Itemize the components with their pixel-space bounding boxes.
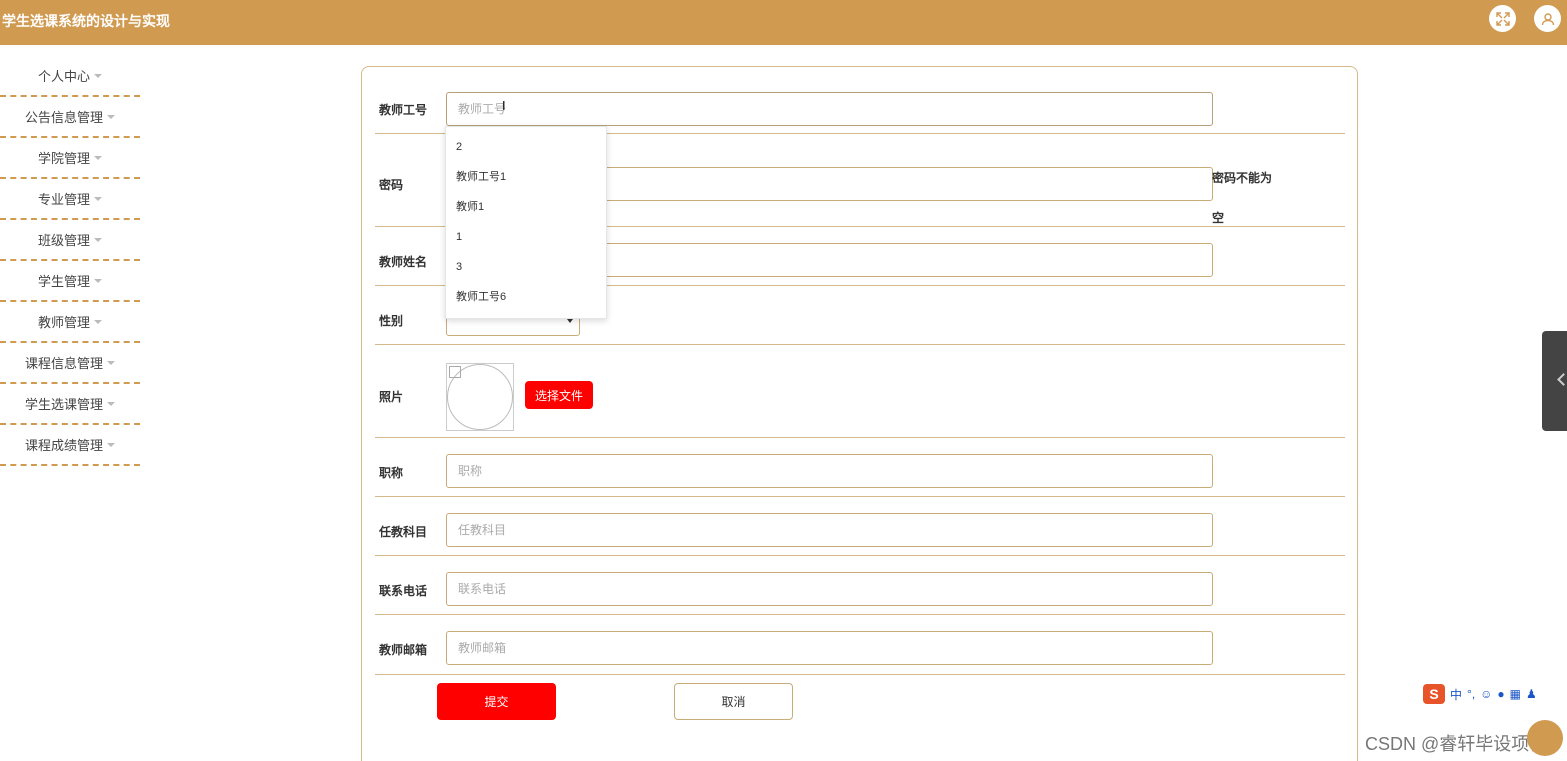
caret-down-icon <box>94 73 102 78</box>
sidebar-item-label: 学生选课管理 <box>24 397 103 412</box>
select-arrow-icon <box>567 319 573 323</box>
sidebar-item-students[interactable]: 学生管理 <box>0 261 140 302</box>
photo-preview <box>446 363 514 431</box>
sogou-logo-icon: S <box>1423 684 1445 704</box>
form-row-email: 教师邮箱 教师邮箱 <box>375 615 1345 675</box>
caret-down-icon <box>107 360 115 365</box>
sidebar-item-courses[interactable]: 课程信息管理 <box>0 343 140 384</box>
caret-down-icon <box>107 401 115 406</box>
teacher-name-label: 教师姓名 <box>379 255 428 269</box>
gender-label: 性别 <box>379 314 404 328</box>
form-row-photo: 照片 选择文件 <box>375 345 1345 438</box>
sidebar-item-personal-center[interactable]: 个人中心 <box>0 56 140 97</box>
email-input[interactable]: 教师邮箱 <box>446 631 1213 665</box>
side-collapse-tab[interactable] <box>1542 331 1567 431</box>
sidebar-item-label: 学院管理 <box>37 151 90 166</box>
floating-action-button[interactable] <box>1527 720 1563 756</box>
sidebar-item-grades[interactable]: 课程成绩管理 <box>0 425 140 466</box>
sidebar-item-label: 公告信息管理 <box>24 110 103 125</box>
caret-down-icon <box>107 442 115 447</box>
caret-down-icon <box>94 319 102 324</box>
ime-punctuation[interactable]: °, <box>1467 687 1475 701</box>
microphone-icon[interactable]: ● <box>1497 687 1504 701</box>
user-icon[interactable] <box>1534 5 1561 32</box>
password-label: 密码 <box>379 178 404 192</box>
form-row-phone: 联系电话 联系电话 <box>375 556 1345 615</box>
phone-label: 联系电话 <box>379 584 428 598</box>
broken-image-icon <box>449 366 461 378</box>
emoji-icon[interactable]: ☺ <box>1480 687 1492 701</box>
autocomplete-dropdown: 2 教师工号1 教师1 1 3 教师工号6 <box>445 126 607 319</box>
app-title: 学生选课系统的设计与实现 <box>2 13 170 29</box>
autocomplete-option[interactable]: 1 <box>446 222 606 252</box>
autocomplete-option[interactable]: 教师工号1 <box>446 162 606 192</box>
fullscreen-icon[interactable] <box>1489 5 1516 32</box>
autocomplete-option[interactable]: 教师1 <box>446 192 606 222</box>
sidebar-item-colleges[interactable]: 学院管理 <box>0 138 140 179</box>
sidebar-item-announcements[interactable]: 公告信息管理 <box>0 97 140 138</box>
form-row-subject: 任教科目 任教科目 <box>375 497 1345 556</box>
caret-down-icon <box>94 155 102 160</box>
sidebar-item-label: 教师管理 <box>37 315 90 330</box>
subject-label: 任教科目 <box>379 525 428 539</box>
caret-down-icon <box>107 114 115 119</box>
choose-file-button[interactable]: 选择文件 <box>525 381 593 409</box>
top-bar: 学生选课系统的设计与实现 <box>0 0 1567 45</box>
chevron-left-icon <box>1557 373 1567 386</box>
password-error-message: 密码不能为空 <box>1212 171 1273 225</box>
sidebar-item-label: 课程信息管理 <box>24 356 103 371</box>
sidebar-item-label: 个人中心 <box>37 69 90 84</box>
cancel-button[interactable]: 取消 <box>674 683 793 720</box>
title-label: 职称 <box>379 466 404 480</box>
form-row-title: 职称 职称 <box>375 438 1345 497</box>
sidebar-item-label: 学生管理 <box>37 274 90 289</box>
subject-input[interactable]: 任教科目 <box>446 513 1213 547</box>
sidebar-item-majors[interactable]: 专业管理 <box>0 179 140 220</box>
sidebar-item-course-selection[interactable]: 学生选课管理 <box>0 384 140 425</box>
text-cursor-icon: I <box>502 98 506 113</box>
teacher-id-label: 教师工号 <box>379 103 428 117</box>
email-label: 教师邮箱 <box>379 643 428 657</box>
phone-input[interactable]: 联系电话 <box>446 572 1213 606</box>
watermark: CSDN @睿轩毕设项目 <box>1365 734 1548 754</box>
autocomplete-option[interactable]: 2 <box>446 132 606 162</box>
teacher-id-input[interactable]: 教师工号 <box>446 92 1213 126</box>
submit-button[interactable]: 提交 <box>437 683 556 720</box>
ime-toolbar[interactable]: S 中 °, ☺ ● ▦ ♟ <box>1421 683 1567 705</box>
photo-label: 照片 <box>379 390 404 404</box>
sidebar-item-classes[interactable]: 班级管理 <box>0 220 140 261</box>
sidebar-item-label: 课程成绩管理 <box>24 438 103 453</box>
caret-down-icon <box>94 196 102 201</box>
sidebar: 个人中心 公告信息管理 学院管理 专业管理 班级管理 学生管理 教师管理 课程信… <box>0 56 140 466</box>
title-input[interactable]: 职称 <box>446 454 1213 488</box>
caret-down-icon <box>94 237 102 242</box>
sidebar-item-label: 班级管理 <box>37 233 90 248</box>
ime-mode[interactable]: 中 <box>1450 686 1462 703</box>
skin-icon[interactable]: ♟ <box>1526 687 1537 701</box>
autocomplete-option[interactable]: 教师工号6 <box>446 282 606 312</box>
sidebar-item-label: 专业管理 <box>37 192 90 207</box>
keyboard-icon[interactable]: ▦ <box>1510 687 1521 701</box>
autocomplete-option[interactable]: 3 <box>446 252 606 282</box>
sidebar-item-teachers[interactable]: 教师管理 <box>0 302 140 343</box>
caret-down-icon <box>94 278 102 283</box>
